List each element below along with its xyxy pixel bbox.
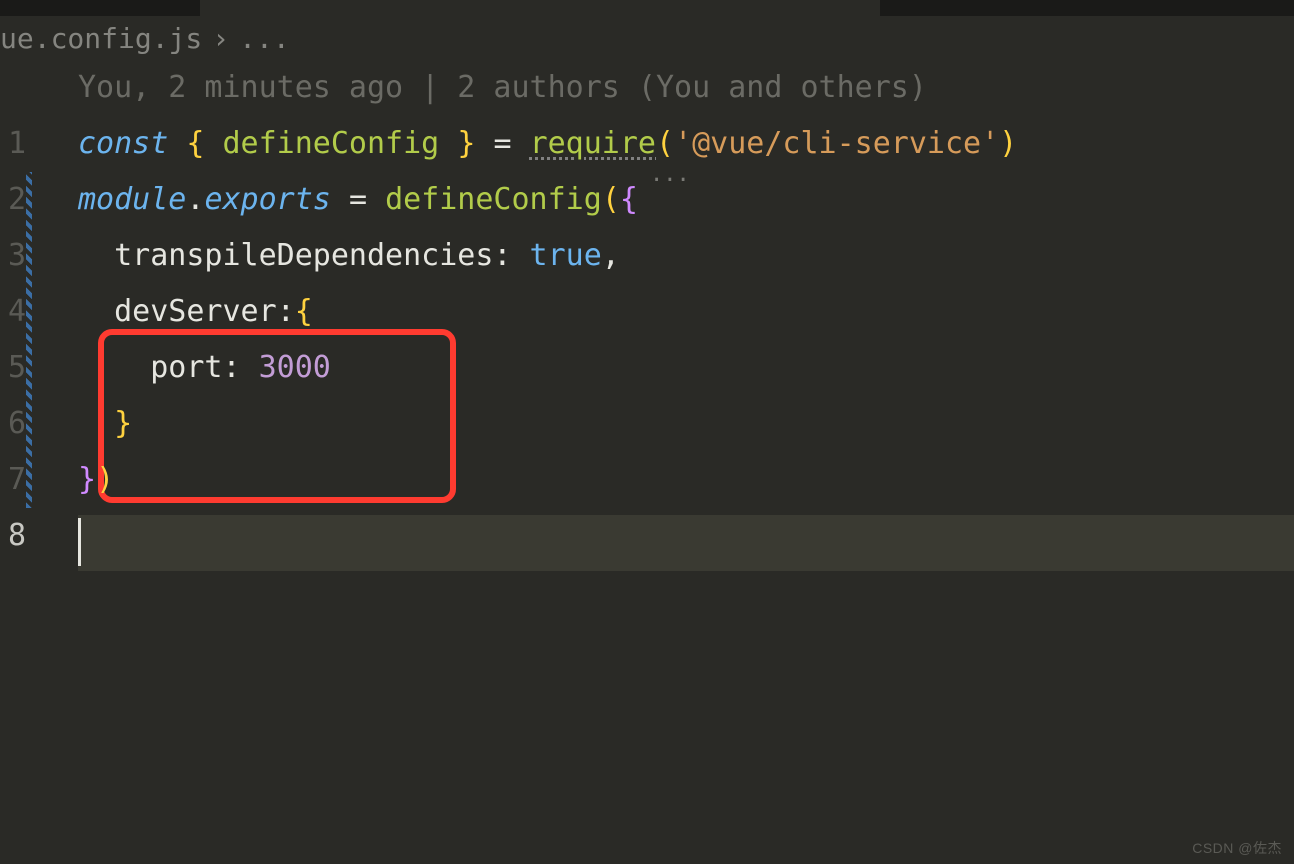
number-port: 3000 <box>259 350 331 385</box>
keyword-const: const <box>78 126 168 161</box>
linenum <box>0 60 30 116</box>
colon: : <box>277 294 295 329</box>
property-transpileDependencies: transpileDependencies <box>114 238 493 273</box>
paren-open: ( <box>656 126 674 161</box>
dot: . <box>186 182 204 217</box>
brace-open: { <box>295 294 313 329</box>
code-line[interactable]: }) <box>78 452 1017 508</box>
paren-close: ) <box>96 462 114 497</box>
code-line[interactable]: transpileDependencies: true, <box>78 228 1017 284</box>
code-line-empty[interactable] <box>78 508 1017 564</box>
string-package: '@vue/cli-service' <box>674 126 999 161</box>
watermark: CSDN @佐杰 <box>1192 838 1282 858</box>
colon: : <box>223 350 241 385</box>
identifier-defineConfig: defineConfig <box>223 126 440 161</box>
code-line[interactable]: const { defineConfig } = require('@vue/c… <box>78 116 1017 172</box>
brace-close: } <box>78 462 96 497</box>
linenum: 1 <box>0 116 30 172</box>
editor-area[interactable]: 1 2 3 4 5 6 7 8 You, 2 minutes ago | 2 a… <box>0 60 1294 564</box>
paren-close: ) <box>999 126 1017 161</box>
brace-open: { <box>186 126 204 161</box>
comma: , <box>602 238 620 273</box>
keyword-exports: exports <box>204 182 330 217</box>
operator-equals: = <box>349 182 367 217</box>
gitlens-blame-annotation: You, 2 minutes ago | 2 authors (You and … <box>78 60 1017 116</box>
code-line[interactable]: module.exports = defineConfig({ <box>78 172 1017 228</box>
identifier-require: require <box>530 126 656 161</box>
tab-inactive-left[interactable] <box>0 0 200 16</box>
paren-open: ( <box>602 182 620 217</box>
code-content[interactable]: You, 2 minutes ago | 2 authors (You and … <box>30 60 1017 564</box>
property-port: port <box>150 350 222 385</box>
property-devServer: devServer <box>114 294 277 329</box>
breadcrumb-more[interactable]: ... <box>239 22 290 55</box>
brace-close: } <box>114 406 132 441</box>
brace-open: { <box>620 182 638 217</box>
breadcrumb-filename[interactable]: ue.config.js <box>0 22 202 55</box>
tab-gap <box>200 0 880 16</box>
boolean-true: true <box>530 238 602 273</box>
code-line[interactable]: } <box>78 396 1017 452</box>
chevron-right-icon: › <box>212 22 229 55</box>
tab-inactive-right[interactable] <box>880 0 1294 16</box>
linenum-active: 8 <box>0 508 30 564</box>
breadcrumb[interactable]: ue.config.js › ... <box>0 16 1294 60</box>
keyword-module: module <box>78 182 186 217</box>
identifier-defineConfig: defineConfig <box>385 182 602 217</box>
code-line[interactable]: port: 3000 <box>78 340 1017 396</box>
code-line[interactable]: devServer:{ <box>78 284 1017 340</box>
cursor-caret <box>78 518 81 566</box>
brace-close: } <box>457 126 475 161</box>
colon: : <box>493 238 511 273</box>
operator-equals: = <box>493 126 511 161</box>
tab-bar <box>0 0 1294 16</box>
